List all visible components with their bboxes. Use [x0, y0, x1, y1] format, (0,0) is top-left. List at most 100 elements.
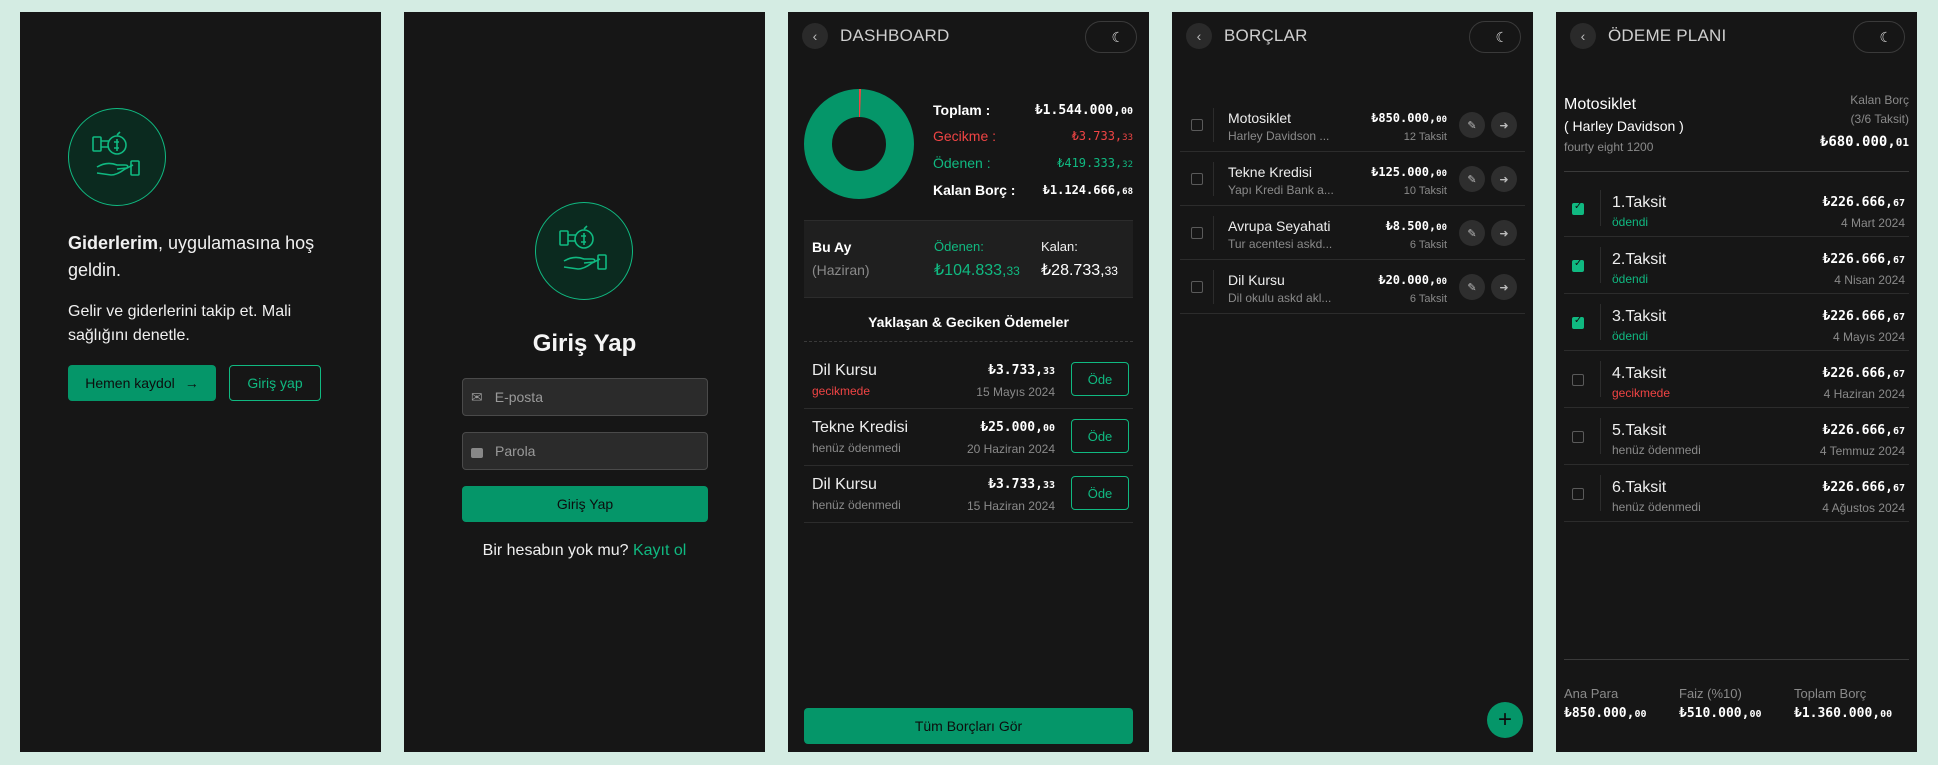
register-link[interactable]: Kayıt ol	[633, 542, 686, 559]
installment-checkbox[interactable]	[1572, 374, 1584, 386]
upcoming-status: henüz ödenmedi	[812, 441, 901, 455]
list-arrow-icon[interactable]: ➜	[1491, 220, 1517, 246]
installment-amount-dec: 67	[1892, 483, 1905, 494]
debt-list: Motosiklet Harley Davidson ... ₺850.000,…	[1180, 98, 1525, 314]
installment-amount-dec: 67	[1892, 426, 1905, 437]
month-paid-int: ₺104.833,	[934, 262, 1007, 279]
summary-block: Toplam : ₺1.544.000,00 Gecikme : ₺3.733,…	[933, 98, 1133, 205]
installment-name: 3.Taksit	[1612, 308, 1667, 325]
debt-checkbox[interactable]	[1191, 173, 1203, 185]
password-field[interactable]	[462, 432, 708, 470]
edit-icon[interactable]: ✎	[1459, 220, 1485, 246]
installment-row[interactable]: 3.Taksit ödendi ₺226.666,67 4 Mayıs 2024	[1564, 294, 1909, 351]
installment-checkbox[interactable]	[1572, 258, 1584, 272]
row-divider	[1600, 190, 1601, 226]
month-label: Bu Ay	[812, 239, 852, 255]
page-title: ÖDEME PLANI	[1608, 26, 1727, 45]
row-divider	[1213, 108, 1214, 142]
installment-row[interactable]: 2.Taksit ödendi ₺226.666,67 4 Nisan 2024	[1564, 237, 1909, 294]
debt-row[interactable]: Tekne Kredisi Yapı Kredi Bank a... ₺125.…	[1180, 152, 1525, 206]
pay-button[interactable]: Öde	[1071, 476, 1129, 510]
upcoming-item: Dil Kursu henüz ödenmedi ₺3.733,33 15 Ha…	[804, 466, 1133, 523]
upcoming-amount-int: ₺3.733,	[988, 477, 1043, 492]
installment-checkbox[interactable]	[1572, 431, 1584, 443]
moon-icon[interactable]: ☾	[1469, 21, 1521, 53]
signup-button[interactable]: Hemen kaydol →	[68, 365, 216, 401]
row-divider	[1213, 270, 1214, 304]
debt-amount-dec: 00	[1436, 277, 1447, 287]
password-input[interactable]	[495, 443, 685, 459]
login-button[interactable]: Giriş yap	[229, 365, 321, 401]
edit-icon[interactable]: ✎	[1459, 274, 1485, 300]
dashboard-screen: ‹ DASHBOARD ☾ Toplam : ₺1.544.000,00 Gec…	[788, 12, 1149, 752]
list-arrow-icon[interactable]: ➜	[1491, 112, 1517, 138]
debts-screen: ‹ BORÇLAR ☾ Motosiklet Harley Davidson .…	[1172, 12, 1533, 752]
payment-plan-screen: ‹ ÖDEME PLANI ☾ Motosiklet ( Harley Davi…	[1556, 12, 1917, 752]
installment-row[interactable]: 5.Taksit henüz ödenmedi ₺226.666,67 4 Te…	[1564, 408, 1909, 465]
debt-checkbox[interactable]	[1191, 227, 1203, 239]
debt-row[interactable]: Motosiklet Harley Davidson ... ₺850.000,…	[1180, 98, 1525, 152]
month-remaining-dec: 33	[1104, 264, 1118, 278]
total-debt-dec: 00	[1880, 709, 1893, 720]
login-submit-button[interactable]: Giriş Yap	[462, 486, 708, 522]
lock-icon	[471, 448, 483, 458]
installment-row[interactable]: 1.Taksit ödendi ₺226.666,67 4 Mart 2024	[1564, 180, 1909, 237]
debt-checkbox[interactable]	[1191, 281, 1203, 293]
edit-icon[interactable]: ✎	[1459, 166, 1485, 192]
debt-installments: 6 Taksit	[1409, 293, 1447, 305]
upcoming-item: Tekne Kredisi henüz ödenmedi ₺25.000,00 …	[804, 409, 1133, 466]
donut-chart	[804, 89, 914, 199]
upcoming-amount-dec: 33	[1042, 366, 1055, 377]
installment-checkbox[interactable]	[1572, 488, 1584, 500]
installment-row[interactable]: 4.Taksit gecikmede ₺226.666,67 4 Haziran…	[1564, 351, 1909, 408]
money-hand-icon	[559, 225, 607, 270]
debts-header: ‹ BORÇLAR ☾	[1172, 12, 1533, 60]
pay-button-label: Öde	[1087, 485, 1113, 501]
month-paid-value: ₺104.833,33	[934, 260, 1020, 280]
debt-checkbox[interactable]	[1191, 119, 1203, 131]
debt-row[interactable]: Avrupa Seyahati Tur acentesi askd... ₺8.…	[1180, 206, 1525, 260]
remaining-value: ₺1.124.666,68	[1043, 178, 1133, 205]
installment-amount-int: ₺226.666,	[1822, 366, 1893, 381]
list-arrow-icon[interactable]: ➜	[1491, 166, 1517, 192]
installment-amount-dec: 67	[1892, 312, 1905, 323]
welcome-heading: Giderlerim, uygulamasına hoş geldin.	[68, 230, 338, 284]
all-debts-button[interactable]: Tüm Borçları Gör	[804, 708, 1133, 744]
moon-icon[interactable]: ☾	[1853, 21, 1905, 53]
back-chevron-icon[interactable]: ‹	[1186, 23, 1212, 49]
installment-checkbox[interactable]	[1572, 315, 1584, 329]
back-chevron-icon[interactable]: ‹	[1570, 23, 1596, 49]
app-logo	[68, 108, 166, 206]
installment-checkbox[interactable]	[1572, 201, 1584, 215]
email-field[interactable]: ✉	[462, 378, 708, 416]
row-divider	[1600, 361, 1601, 397]
pay-button[interactable]: Öde	[1071, 419, 1129, 453]
list-arrow-icon[interactable]: ➜	[1491, 274, 1517, 300]
remaining-int: ₺1.124.666,	[1042, 183, 1123, 197]
row-divider	[1600, 247, 1601, 283]
installment-status: ödendi	[1612, 329, 1649, 343]
principal-label: Ana Para	[1564, 686, 1619, 701]
upcoming-name: Dil Kursu	[812, 362, 877, 379]
debt-name: Tekne Kredisi	[1228, 164, 1313, 180]
row-divider	[1213, 216, 1214, 250]
back-chevron-icon[interactable]: ‹	[802, 23, 828, 49]
money-hand-icon	[92, 131, 140, 176]
installment-amount-dec: 67	[1892, 369, 1905, 380]
debt-amount-int: ₺8.500,	[1385, 219, 1437, 233]
principal-dec: 00	[1634, 709, 1647, 720]
installment-row[interactable]: 6.Taksit henüz ödenmedi ₺226.666,67 4 Ağ…	[1564, 465, 1909, 522]
edit-icon[interactable]: ✎	[1459, 112, 1485, 138]
all-debts-label: Tüm Borçları Gör	[914, 718, 1023, 734]
moon-icon[interactable]: ☾	[1085, 21, 1137, 53]
email-input[interactable]	[494, 389, 685, 405]
summary-total-row: Toplam : ₺1.544.000,00	[933, 98, 1133, 124]
debt-name: Dil Kursu	[1228, 272, 1285, 288]
summary-remaining-row: Kalan Borç : ₺1.124.666,68	[933, 178, 1133, 205]
debt-name: Motosiklet	[1228, 110, 1292, 126]
remaining-int: ₺680.000,	[1819, 134, 1896, 150]
pay-button[interactable]: Öde	[1071, 362, 1129, 396]
add-debt-button[interactable]: +	[1487, 702, 1523, 738]
paid-dec: 32	[1122, 160, 1133, 170]
debt-row[interactable]: Dil Kursu Dil okulu askd akl... ₺20.000,…	[1180, 260, 1525, 314]
